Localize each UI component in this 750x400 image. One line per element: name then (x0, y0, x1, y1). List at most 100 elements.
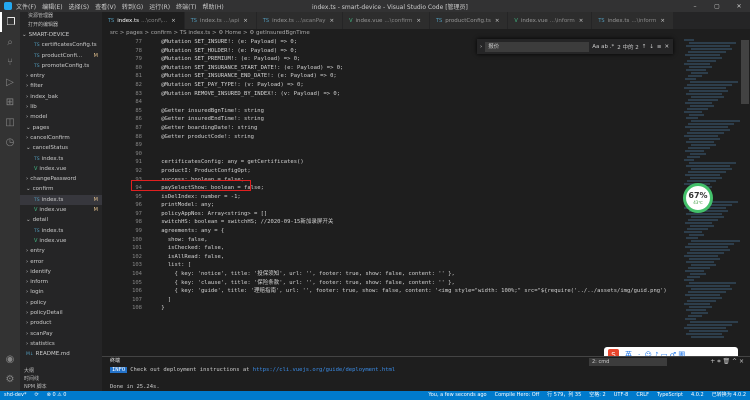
debug-icon[interactable]: ▷ (0, 72, 20, 92)
code-line[interactable]: @Mutation SET_INSURANCE_START_DATE!: (e:… (148, 64, 678, 73)
code-line[interactable]: agreements: any = { (148, 227, 678, 236)
maximize-icon[interactable]: ▢ (706, 0, 728, 12)
code-line[interactable]: } (148, 304, 678, 313)
terminal-select[interactable]: 2: cmd (589, 358, 667, 366)
editor-tab[interactable]: Vindex.vue ...\inform × (508, 12, 593, 29)
status-ts-version[interactable]: 4.0.2 (691, 391, 704, 400)
tab-close-icon[interactable]: × (579, 18, 584, 24)
search-icon[interactable]: ⌕ (0, 32, 20, 52)
file-tree-item[interactable]: Vindex.vue M (20, 205, 102, 215)
file-tree-item[interactable]: TS promoteConfig.ts (20, 61, 102, 71)
file-tree-item[interactable]: TS certificatesConfig.ts (20, 40, 102, 50)
menu-item[interactable]: 运行(R) (149, 2, 170, 11)
file-tree-item[interactable]: › error (20, 257, 102, 267)
code-line[interactable]: printModel: any; (148, 201, 678, 210)
file-tree-item[interactable]: › login (20, 287, 102, 297)
code-line[interactable]: certificatesConfig: any = getCertificate… (148, 158, 678, 167)
open-editors-section[interactable]: 打开的编辑器 (20, 21, 102, 30)
file-tree-item[interactable]: ⌄ pages (20, 123, 102, 133)
code-line[interactable]: show: false, (148, 236, 678, 245)
code-line[interactable]: { key: 'guide', title: '理赔指南', url: '', … (148, 287, 678, 296)
find-input[interactable]: 报价 (485, 41, 590, 52)
status-encoding[interactable]: UTF-8 (614, 391, 629, 400)
file-tree-item[interactable]: M↓ README.md (20, 349, 102, 359)
status-indentation[interactable]: 空格: 2 (589, 391, 605, 400)
code-line[interactable] (148, 98, 678, 107)
file-tree-item[interactable]: ⌄ detail (20, 215, 102, 225)
editor-tab[interactable]: TS index.ts ...\scanPay × (256, 12, 344, 29)
code-line[interactable]: isChecked: false, (148, 244, 678, 253)
file-tree-item[interactable]: › scanPay (20, 329, 102, 339)
editor-tab[interactable]: Vindex.vue ...\confirm × (343, 12, 430, 29)
close-find-icon[interactable]: ✕ (665, 44, 670, 50)
status-branch[interactable]: shd-dev* (4, 391, 26, 400)
code-line[interactable]: @Mutation SET_PAY_TYPE!: (v: Payload) =>… (148, 81, 678, 90)
file-tree-item[interactable]: › identify (20, 267, 102, 277)
file-tree-item[interactable]: › cancelConfirm (20, 133, 102, 143)
status-cursor-position[interactable]: 行 579，列 35 (547, 391, 581, 400)
code-line[interactable]: @Mutation SET_INSURANCE_END_DATE!: (e: P… (148, 72, 678, 81)
code-line[interactable]: @Getter insuredEndTime!: string (148, 115, 678, 124)
sidebar-section-1[interactable]: 时间线 (20, 375, 102, 383)
find-options[interactable]: Aa ab .* (592, 44, 614, 50)
extensions-icon[interactable]: ⊞ (0, 92, 20, 112)
tab-close-icon[interactable]: × (329, 18, 334, 24)
code-line[interactable]: productI: ProductConfigOpt; (148, 167, 678, 176)
panel-tab[interactable]: 终端 (110, 357, 120, 366)
code-line[interactable] (148, 150, 678, 159)
code-line[interactable]: ] (148, 296, 678, 305)
file-tree-item[interactable]: ⌄ confirm (20, 184, 102, 194)
editor-tab[interactable]: TS productConfig.ts × (430, 12, 509, 29)
previous-match-icon[interactable]: ↑ (642, 44, 647, 50)
editor-scrollbar[interactable] (740, 38, 750, 356)
close-icon[interactable]: ✕ (728, 0, 750, 12)
menu-item[interactable]: 终端(T) (176, 2, 196, 11)
file-tree-item[interactable]: ⌄ cancelStatus (20, 143, 102, 153)
menu-item[interactable]: 编辑(E) (42, 2, 62, 11)
tab-close-icon[interactable]: × (416, 18, 421, 24)
file-tree-item[interactable]: TS productConfi... M (20, 51, 102, 61)
menu-item[interactable]: 转到(G) (122, 2, 143, 11)
status-git-blame[interactable]: You, a few seconds ago (428, 391, 486, 400)
editor-tab[interactable]: TS index.ts ...\api × (184, 12, 257, 29)
menu-item[interactable]: 帮助(H) (202, 2, 223, 11)
editor-tab[interactable]: TS index.ts ...\conf\... × (102, 12, 185, 29)
code-line[interactable] (148, 141, 678, 150)
next-match-icon[interactable]: ↓ (649, 44, 654, 50)
code-line[interactable]: { key: 'clause', title: '保险条款', url: '',… (148, 279, 678, 288)
file-tree-item[interactable]: › product (20, 318, 102, 328)
code-line[interactable]: switchHS: boolean = switchHS; //2020-09-… (148, 218, 678, 227)
file-tree-item[interactable]: › changePassword (20, 174, 102, 184)
toggle-replace-icon[interactable]: › (480, 44, 482, 50)
find-widget[interactable]: › 报价 Aa ab .* 2 中的 2 ↑ ↓ ≡ ✕ (477, 39, 673, 54)
menu-item[interactable]: 查看(V) (95, 2, 116, 11)
file-tree-item[interactable]: › inform (20, 277, 102, 287)
scrollbar-thumb[interactable] (741, 40, 749, 104)
file-tree-item[interactable]: › lib (20, 102, 102, 112)
file-tree-item[interactable]: › model (20, 112, 102, 122)
menu-item[interactable]: 文件(F) (16, 2, 36, 11)
code-line[interactable]: isAllRead: false, (148, 253, 678, 262)
file-tree-item[interactable]: Vindex.vue (20, 236, 102, 246)
file-tree-item[interactable]: TS index.ts M (20, 194, 102, 206)
code-line[interactable]: @Getter insuredBgnTime!: string (148, 107, 678, 116)
explorer-icon[interactable]: ❐ (0, 12, 20, 32)
editor-tab[interactable]: TS index.ts ...\inform × (592, 12, 674, 29)
status-problems[interactable]: ⊗ 0 ⚠ 0 (47, 391, 67, 400)
code-line[interactable]: list: [ (148, 261, 678, 270)
minimize-icon[interactable]: – (684, 0, 706, 12)
account-icon[interactable]: ◉ (0, 349, 20, 369)
file-tree-item[interactable]: › policyDetail (20, 308, 102, 318)
tab-close-icon[interactable]: × (660, 18, 665, 24)
status-compile-hero[interactable]: Compile Hero: Off (495, 391, 540, 400)
code-lines[interactable]: @Mutation SET_INSURE!: (e: Payload) => 0… (148, 38, 678, 313)
file-tree-item[interactable]: › statistics (20, 339, 102, 349)
remote-icon[interactable]: ◫ (0, 112, 20, 132)
code-line[interactable]: @Getter productCode!: string (148, 133, 678, 142)
file-tree-item[interactable]: › policy (20, 298, 102, 308)
settings-gear-icon[interactable]: ⚙ (0, 369, 20, 389)
menu-item[interactable]: 选择(S) (69, 2, 90, 11)
file-tree-item[interactable]: Vindex.vue (20, 164, 102, 174)
code-editor[interactable]: 77 78 79 80 81 82 83 84 85 86 87 88 89 90 91 92 93 94 95 96… (102, 38, 682, 356)
status-language[interactable]: TypeScript (657, 391, 683, 400)
